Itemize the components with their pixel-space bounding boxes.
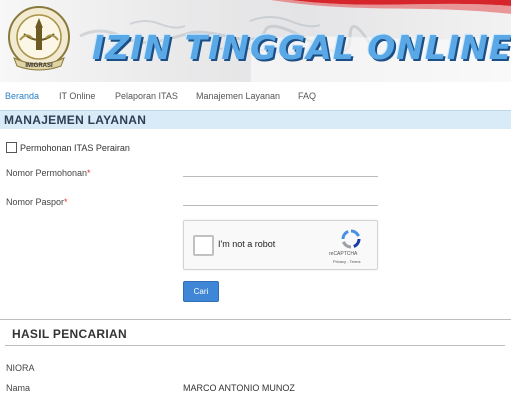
nav-item-faq[interactable]: FAQ xyxy=(298,91,316,101)
nomor-paspor-input[interactable] xyxy=(183,195,378,206)
results-top-divider xyxy=(0,319,511,320)
itas-perairan-checkbox[interactable] xyxy=(6,142,17,153)
itas-perairan-checkbox-row[interactable]: Permohonan ITAS Perairan xyxy=(6,142,130,153)
result-value-nama: MARCO ANTONIO MUNOZ xyxy=(183,383,295,393)
nav-item-pelaporan-itas[interactable]: Pelaporan ITAS xyxy=(115,91,178,101)
nomor-permohonan-label: Nomor Permohonan* xyxy=(6,168,91,178)
result-label-nama: Nama xyxy=(6,383,31,393)
recaptcha-widget: I'm not a robot reCAPTCHA Privacy - Term… xyxy=(183,220,378,270)
results-title: HASIL PENCARIAN xyxy=(12,327,127,341)
recaptcha-logo-icon xyxy=(341,229,361,249)
recaptcha-brand: reCAPTCHA xyxy=(329,251,358,257)
nomor-permohonan-input[interactable] xyxy=(183,166,378,177)
itas-perairan-label: Permohonan ITAS Perairan xyxy=(20,143,130,153)
emblem-text: IMIGRASI xyxy=(25,63,53,69)
required-mark: * xyxy=(64,197,68,207)
section-title: MANAJEMEN LAYANAN xyxy=(4,113,147,127)
imigrasi-emblem-icon: IMIGRASI xyxy=(8,6,70,71)
nav-item-beranda[interactable]: Beranda xyxy=(5,91,39,101)
nav-item-manajemen-layanan[interactable]: Manajemen Layanan xyxy=(196,91,280,101)
section-header: MANAJEMEN LAYANAN xyxy=(0,110,511,129)
result-label-niora: NIORA xyxy=(6,363,35,373)
recaptcha-label: I'm not a robot xyxy=(218,239,276,249)
header-banner: IMIGRASI IZIN TINGGAL ONLINE xyxy=(0,0,511,82)
required-mark: * xyxy=(87,168,91,178)
recaptcha-checkbox[interactable] xyxy=(193,235,214,256)
site-title: IZIN TINGGAL ONLINE xyxy=(92,28,511,67)
results-bottom-divider xyxy=(5,345,505,346)
cari-button[interactable]: Cari xyxy=(183,281,219,302)
nomor-paspor-label: Nomor Paspor* xyxy=(6,197,68,207)
main-nav: Beranda IT Online Pelaporan ITAS Manajem… xyxy=(0,86,511,108)
nav-item-it-online[interactable]: IT Online xyxy=(59,91,95,101)
recaptcha-links[interactable]: Privacy - Terms xyxy=(333,259,360,264)
